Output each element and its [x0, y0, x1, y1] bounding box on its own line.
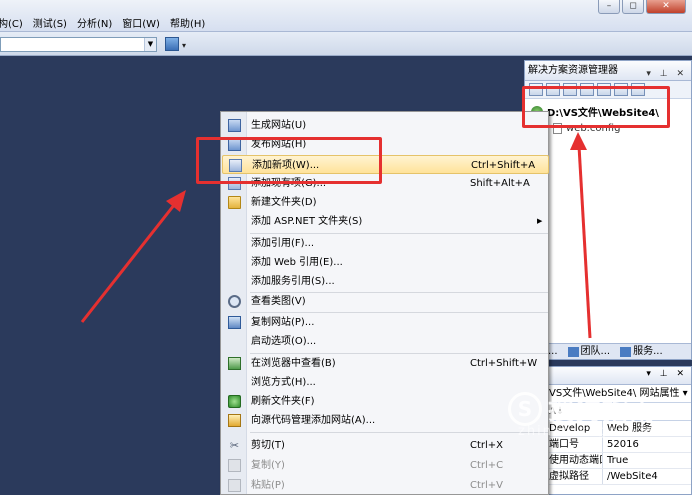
arrow-to-add-new-item [80, 199, 180, 323]
arrow-head-icon [166, 190, 186, 212]
arrow-to-website-root [577, 145, 592, 339]
watermark: S 搜狗指南 [508, 390, 656, 427]
watermark-text: 搜狗指南 [548, 396, 657, 426]
watermark-logo-icon: S [508, 391, 542, 426]
arrow-head-icon [570, 132, 587, 150]
watermark-subtext: zhinan.sogou.com [518, 424, 669, 439]
